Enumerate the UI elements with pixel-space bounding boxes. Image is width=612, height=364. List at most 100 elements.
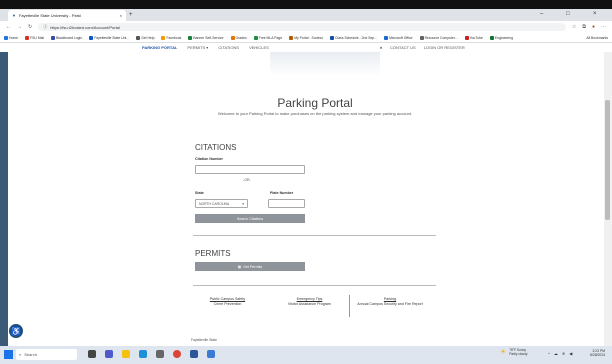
tab-close-icon[interactable]: × — [120, 13, 122, 18]
taskbar-search-placeholder: Search — [24, 352, 37, 357]
wifi-icon[interactable]: ≋ — [562, 351, 565, 356]
footer-link-campus-safety[interactable]: Public Campus Safety — [210, 297, 245, 301]
bookmark-item[interactable]: Blackboard Login — [51, 35, 83, 40]
state-select[interactable]: NORTH CAROLINA ▾ — [195, 199, 248, 208]
get-permits-button[interactable]: ▦ Get Permits — [195, 262, 305, 271]
word-icon[interactable] — [190, 350, 198, 358]
state-select-value: NORTH CAROLINA — [199, 201, 230, 206]
weather-sun-icon: ☀ — [500, 348, 507, 356]
bookmark-favicon-icon — [188, 35, 193, 40]
or-separator: -OR- — [243, 178, 251, 182]
bookmark-item[interactable]: Free MLA Page — [253, 35, 282, 40]
address-bar-row: ← → ↻ ⓘ https://fsu.t2hosted.com/Account… — [0, 21, 612, 33]
bookmark-favicon-icon — [4, 35, 8, 40]
bookmarks-bar: Home FSU Mail Blackboard Login Fayetteville… — [0, 33, 612, 43]
chrome-icon[interactable] — [173, 350, 181, 358]
footer-link-parking[interactable]: Parking — [384, 297, 396, 301]
taskbar-search[interactable]: ⌕ Search — [16, 349, 77, 360]
file-explorer-icon[interactable] — [122, 350, 130, 358]
forward-icon[interactable]: → — [17, 24, 22, 30]
star-icon[interactable]: ☆ — [572, 24, 576, 30]
reload-icon[interactable]: ↻ — [28, 24, 32, 30]
window-minimize-button[interactable]: – — [540, 11, 543, 17]
bookmark-item[interactable]: Grades — [230, 35, 247, 40]
taskbar-clock[interactable]: 2:23 PM 8/28/2024 — [590, 349, 605, 357]
task-view-icon[interactable] — [88, 350, 96, 358]
bookmark-favicon-icon — [89, 35, 94, 40]
section-divider — [193, 235, 436, 236]
bookmark-item[interactable]: Banner Self-Service — [188, 35, 224, 40]
citation-number-input[interactable] — [195, 165, 305, 174]
bookmark-label: Facebook — [166, 35, 182, 40]
nav-parking-portal[interactable]: PARKING PORTAL — [142, 45, 177, 50]
nav-contact-us[interactable]: CONTACT US — [390, 45, 416, 50]
site-info-icon[interactable]: ⓘ — [43, 24, 47, 30]
accessibility-icon[interactable]: ♿ — [9, 324, 23, 338]
teams-icon[interactable] — [105, 350, 113, 358]
bookmark-label: Blackboard Login — [56, 35, 83, 40]
window-close-button[interactable]: × — [593, 11, 597, 17]
permit-card-icon: ▦ — [237, 264, 242, 269]
bookmark-item[interactable]: Class Schedule - 2nd Sep... — [330, 35, 378, 40]
bookmark-favicon-icon — [289, 35, 294, 40]
profile-avatar-icon[interactable]: ● — [592, 24, 595, 30]
new-tab-button[interactable]: + — [129, 12, 133, 18]
system-tray: ^ ☁ ≋ ◀ — [548, 351, 572, 356]
left-edge-panel — [0, 52, 8, 346]
bookmark-label: Home — [9, 35, 19, 40]
back-icon[interactable]: ← — [6, 24, 11, 30]
store-icon[interactable] — [156, 350, 164, 358]
bookmark-label: Class Schedule - 2nd Sep... — [335, 35, 378, 40]
nav-login-register[interactable]: LOGIN OR REGISTER — [424, 45, 465, 50]
nav-permits[interactable]: PERMITS ▾ — [187, 45, 208, 50]
bookmark-favicon-icon — [25, 35, 30, 40]
site-navigation: PARKING PORTAL PERMITS ▾ CITATIONS VEHIC… — [0, 43, 612, 52]
bell-icon[interactable]: ♦ — [380, 45, 382, 50]
bookmark-item[interactable]: Resource Computer... — [419, 35, 458, 40]
tray-chevron-icon[interactable]: ^ — [548, 351, 550, 356]
weather-widget[interactable]: ☀ 78°F Sunny Partly cloudy — [500, 348, 528, 356]
bookmark-favicon-icon — [253, 35, 258, 40]
nav-vehicles[interactable]: VEHICLES — [249, 45, 269, 50]
state-label: State — [195, 191, 204, 195]
menu-icon[interactable]: ⋯ — [601, 24, 606, 30]
bookmark-favicon-icon — [51, 35, 55, 40]
bookmark-item[interactable]: FSU Mail — [25, 35, 44, 40]
toolbar-icons: ☆ ⧉ ● ⋯ — [572, 24, 606, 30]
windows-start-icon[interactable] — [4, 350, 13, 359]
search-icon: ⌕ — [19, 352, 22, 357]
cloud-icon[interactable]: ☁ — [554, 351, 558, 356]
footer-col-parking: Parking Annual Campus Security and Fire … — [355, 297, 425, 307]
window-maximize-button[interactable]: □ — [566, 11, 570, 17]
bookmark-favicon-icon — [464, 35, 469, 40]
windows-taskbar: ⌕ Search ☀ 78°F Sunny Partly cloudy ^ ☁ … — [0, 346, 612, 364]
plate-number-input[interactable] — [268, 199, 305, 208]
bookmark-label: Fayetteville State Uni... — [94, 35, 130, 40]
bookmark-label: FSU Mail — [30, 35, 44, 40]
bookmark-item[interactable]: Home — [4, 35, 19, 40]
bookmark-label: YouTube — [469, 35, 483, 40]
extensions-icon[interactable]: ⧉ — [582, 24, 586, 30]
taskbar-apps — [88, 350, 215, 358]
url-field[interactable]: ⓘ https://fsu.t2hosted.com/Account/Porta… — [38, 23, 566, 31]
app-icon[interactable] — [207, 350, 215, 358]
bookmark-item[interactable]: Get Help — [136, 35, 154, 40]
bookmark-favicon-icon — [489, 35, 494, 40]
all-bookmarks-link[interactable]: All Bookmarks — [586, 36, 608, 40]
bookmark-item[interactable]: Facebook — [161, 35, 182, 40]
volume-icon[interactable]: ◀ — [569, 351, 572, 356]
edge-icon[interactable] — [139, 350, 147, 358]
footer-text-crime-prevention: Crime Prevention — [213, 302, 242, 306]
scrollbar-thumb[interactable] — [605, 100, 610, 220]
bookmark-item[interactable]: Fayetteville State Uni... — [89, 35, 130, 40]
footer-column-divider — [349, 295, 350, 317]
search-citations-button[interactable]: Search Citations — [195, 214, 305, 223]
nav-citations[interactable]: CITATIONS — [218, 45, 239, 50]
url-text: https://fsu.t2hosted.com/Account/Portal — [50, 24, 120, 30]
browser-tab-active[interactable]: ▼ Fayetteville State University - Parki … — [8, 10, 126, 21]
bookmark-item[interactable]: My Portal - Sodexo — [289, 35, 323, 40]
bookmark-item[interactable]: YouTube — [464, 35, 483, 40]
bookmark-item[interactable]: Microsoft Office — [384, 35, 413, 40]
footer-link-emergency[interactable]: Emergency Tips — [297, 297, 323, 301]
bookmark-item[interactable]: Engineering — [489, 35, 513, 40]
